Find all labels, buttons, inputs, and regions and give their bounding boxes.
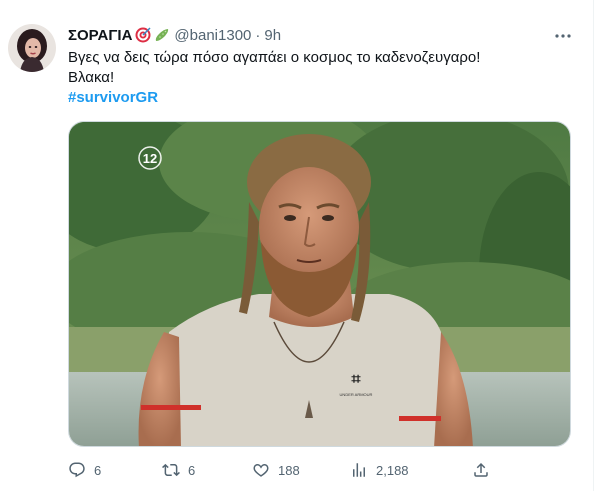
direct-hit-icon (135, 27, 151, 43)
svg-text:UNDER ARMOUR: UNDER ARMOUR (340, 392, 373, 397)
tweet-header: ΣΟΡΑΓΙΑ @bani1300 · 9h (68, 25, 281, 45)
like-count: 188 (278, 462, 300, 478)
cucumber-icon (154, 27, 170, 43)
retweet-button[interactable]: 6 (154, 455, 195, 485)
share-button[interactable] (464, 455, 498, 485)
tweet-text: Βγες να δεις τώρα πόσο αγαπάει ο κοσμος … (68, 48, 568, 108)
hashtag-link[interactable]: #survivorGR (68, 89, 158, 106)
views-icon (342, 455, 376, 485)
channel-badge: 12 (143, 151, 157, 166)
separator-dot: · (255, 26, 261, 44)
reply-icon (60, 455, 94, 485)
like-button[interactable]: 188 (244, 455, 300, 485)
display-name[interactable]: ΣΟΡΑΓΙΑ (68, 27, 132, 44)
tweet[interactable]: ΣΟΡΑΓΙΑ @bani1300 · 9h Βγες να δεις τώρα… (0, 0, 590, 491)
more-icon (555, 34, 571, 38)
svg-text:⌗: ⌗ (350, 371, 361, 388)
timestamp[interactable]: 9h (264, 27, 281, 44)
retweet-count: 6 (188, 462, 196, 478)
avatar[interactable] (8, 24, 56, 72)
heart-icon (244, 455, 278, 485)
reply-count: 6 (94, 462, 102, 478)
tweet-actions: 6 6 188 2,188 (60, 455, 500, 485)
tweet-media-image[interactable]: 12 ⌗ UNDER ARMOUR (68, 121, 571, 447)
views-count: 2,188 (376, 462, 409, 478)
views-button[interactable]: 2,188 (342, 455, 409, 485)
timeline-divider (593, 0, 594, 491)
more-options-button[interactable] (553, 26, 573, 46)
tweet-text-line: Βλακα! (68, 69, 115, 86)
share-icon (464, 455, 498, 485)
retweet-icon (154, 455, 188, 485)
tweet-text-line: Βγες να δεις τώρα πόσο αγαπάει ο κοσμος … (68, 49, 481, 66)
reply-button[interactable]: 6 (60, 455, 101, 485)
user-handle[interactable]: @bani1300 (174, 27, 251, 44)
